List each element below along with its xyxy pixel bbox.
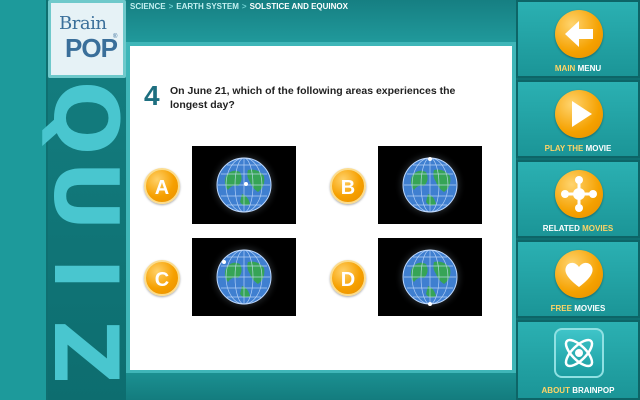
related-movies-label: RELATED MOVIES (542, 224, 614, 233)
globe-icon[interactable] (378, 146, 482, 224)
globe-icon[interactable] (192, 146, 296, 224)
quiz-letter-i: I (38, 229, 128, 319)
answer-b[interactable]: B (330, 146, 490, 226)
right-navigation: MAIN MENU PLAY THE MOVIE RELATED MOVIES … (516, 0, 640, 400)
answer-letter: A (154, 177, 170, 199)
atom-icon (554, 328, 604, 378)
play-movie-button[interactable]: PLAY THE MOVIE (516, 80, 640, 158)
answer-a[interactable]: A (144, 146, 304, 226)
play-movie-label: PLAY THE MOVIE (544, 144, 612, 153)
quiz-panel: 4 On June 21, which of the following are… (126, 42, 516, 370)
quiz-letter-z: Z (38, 307, 128, 397)
logo-pop-text: POP (65, 33, 118, 63)
answer-letter: B (340, 177, 356, 199)
logo-registered-mark: ® (113, 34, 118, 40)
related-movies-button[interactable]: RELATED MOVIES (516, 160, 640, 238)
about-brainpop-button[interactable]: ABOUT BRAINPOP (516, 320, 640, 400)
main-menu-button[interactable]: MAIN MENU (516, 0, 640, 78)
back-arrow-icon (555, 10, 603, 58)
answer-letter: D (340, 269, 356, 291)
bottom-bar (126, 370, 516, 400)
question-number: 4 (144, 80, 160, 111)
answer-d-button[interactable]: D (330, 260, 366, 296)
breadcrumb-current: SOLSTICE AND EQUINOX (249, 2, 348, 11)
answer-d[interactable]: D (330, 238, 490, 318)
globe-icon[interactable] (192, 238, 296, 316)
play-icon (555, 90, 603, 138)
main-menu-label: MAIN MENU (554, 64, 602, 73)
breadcrumb-separator: > (168, 2, 174, 11)
brainpop-logo[interactable]: Brain POP ® (48, 0, 126, 78)
breadcrumb-science[interactable]: SCIENCE (130, 2, 166, 11)
question-text: On June 21, which of the following areas… (170, 85, 456, 111)
heart-icon (555, 250, 603, 298)
breadcrumb-separator: > (241, 2, 247, 11)
answer-c-button[interactable]: C (144, 260, 180, 296)
free-movies-button[interactable]: FREE MOVIES (516, 240, 640, 318)
answer-c[interactable]: C (144, 238, 304, 318)
answer-b-button[interactable]: B (330, 168, 366, 204)
answer-a-button[interactable]: A (144, 168, 180, 204)
quiz-vertical-title: Q U I Z (38, 78, 128, 400)
breadcrumb: SCIENCE > EARTH SYSTEM > SOLSTICE AND EQUINO… (130, 2, 348, 11)
globe-icon[interactable] (378, 238, 482, 316)
free-movies-label: FREE MOVIES (550, 304, 606, 313)
answer-letter: C (154, 269, 170, 291)
logo-brain-text: Brain (59, 13, 107, 34)
about-brainpop-label: ABOUT BRAINPOP (541, 386, 615, 395)
breadcrumb-earth-system[interactable]: EARTH SYSTEM (176, 2, 239, 11)
related-movies-icon (555, 170, 603, 218)
quiz-letter-u: U (38, 151, 128, 241)
